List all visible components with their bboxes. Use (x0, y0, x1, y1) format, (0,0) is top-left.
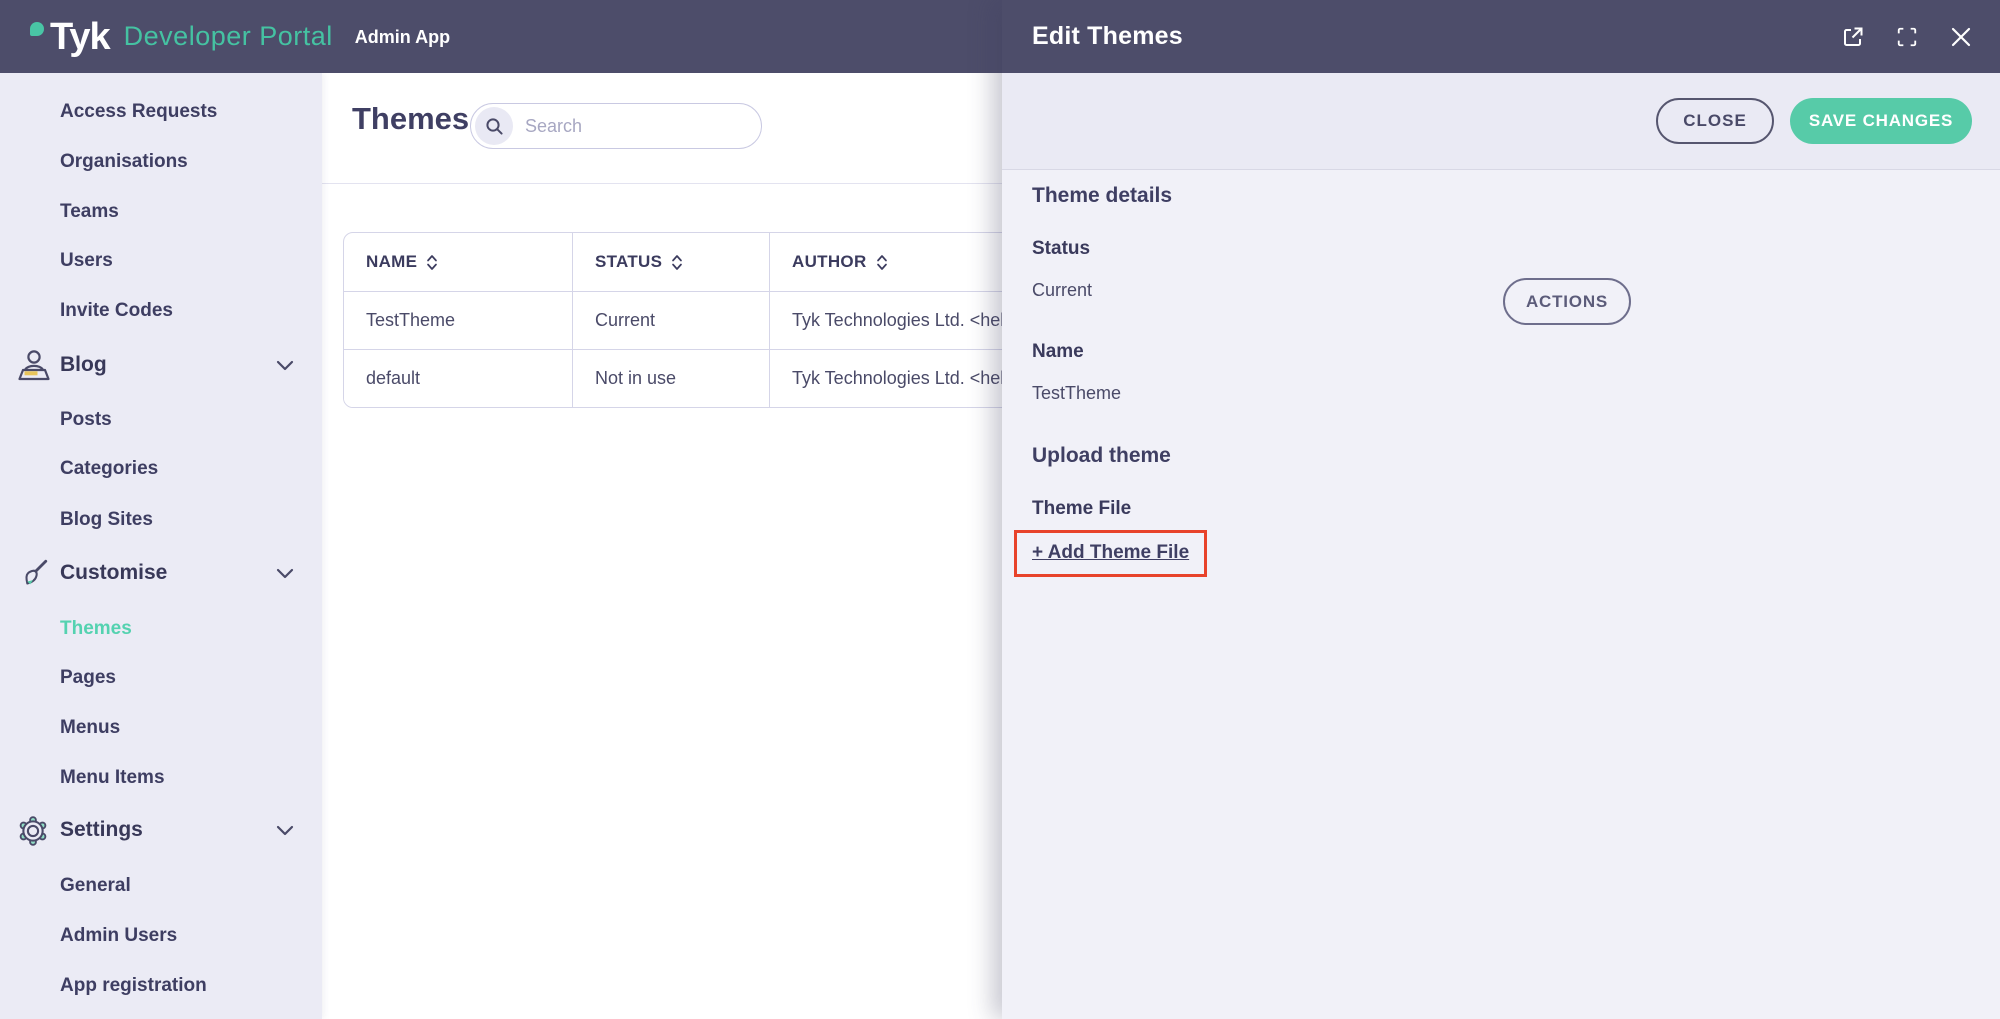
drawer-header-icons (1840, 0, 1974, 73)
sidebar-nav: Access Requests Organisations Teams User… (0, 73, 322, 1019)
app-screen: Tyk Developer Portal Admin App Access Re… (0, 0, 2000, 1019)
drawer-toolbar: CLOSE SAVE CHANGES (1002, 73, 2000, 170)
chevron-down-icon[interactable] (276, 360, 294, 371)
drawer-body: Theme details Status Current ACTIONS Nam… (1002, 170, 2000, 1019)
admin-app-label: Admin App (355, 25, 450, 48)
expand-icon (1896, 26, 1918, 48)
sidebar-section-label: Blog (60, 353, 107, 376)
sidebar-item-categories[interactable]: Categories (0, 444, 322, 494)
search-icon-circle (475, 107, 513, 145)
close-icon (1950, 26, 1972, 48)
sidebar-item-pages[interactable]: Pages (0, 653, 322, 703)
actions-button[interactable]: ACTIONS (1503, 278, 1631, 325)
chevron-down-icon[interactable] (276, 825, 294, 836)
search-input[interactable] (525, 116, 725, 137)
cell-status: Current (573, 292, 770, 349)
sidebar-item-access-requests[interactable]: Access Requests (0, 87, 322, 137)
sort-icon[interactable] (671, 254, 683, 271)
sort-icon[interactable] (876, 254, 888, 271)
sidebar-section-customise[interactable]: Customise (0, 548, 322, 598)
cell-name: default (344, 350, 573, 407)
sidebar-item-menu-items[interactable]: Menu Items (0, 753, 322, 803)
add-theme-file-highlight-box: + Add Theme File (1014, 530, 1207, 577)
upload-theme-heading: Upload theme (1032, 444, 1171, 468)
name-value: TestTheme (1032, 383, 1121, 404)
sidebar-section-label: Customise (60, 561, 167, 584)
blog-icon (15, 349, 51, 383)
sidebar-item-posts[interactable]: Posts (0, 395, 322, 445)
tyk-logo[interactable]: Tyk Developer Portal (30, 18, 333, 56)
search-box[interactable] (470, 103, 762, 149)
sidebar-item-app-registration[interactable]: App registration (0, 961, 322, 1011)
sidebar-section-label: Settings (60, 818, 143, 841)
external-link-icon (1841, 25, 1865, 49)
brand-name: Tyk (50, 18, 110, 56)
sidebar-item-menus[interactable]: Menus (0, 703, 322, 753)
page-title: Themes (352, 101, 469, 137)
save-changes-button[interactable]: SAVE CHANGES (1790, 98, 1972, 144)
sidebar-item-themes[interactable]: Themes (0, 604, 322, 654)
add-theme-file-link[interactable]: + Add Theme File (1032, 542, 1189, 563)
column-header-name[interactable]: NAME (344, 233, 573, 291)
status-label: Status (1032, 238, 1090, 260)
customise-icon (15, 557, 51, 591)
chevron-down-icon[interactable] (276, 568, 294, 579)
drawer-header: Edit Themes (1002, 0, 2000, 73)
sidebar-item-users[interactable]: Users (0, 236, 322, 286)
name-label: Name (1032, 341, 1084, 363)
cell-status: Not in use (573, 350, 770, 407)
expand-button[interactable] (1894, 24, 1920, 50)
sidebar-item-general[interactable]: General (0, 861, 322, 911)
brand-product: Developer Portal (124, 21, 333, 52)
theme-details-heading: Theme details (1032, 184, 1172, 208)
edit-themes-drawer: Edit Themes (1002, 0, 2000, 1019)
sidebar-item-admin-users[interactable]: Admin Users (0, 911, 322, 961)
column-header-status[interactable]: STATUS (573, 233, 770, 291)
close-button[interactable]: CLOSE (1656, 98, 1774, 144)
drawer-title: Edit Themes (1032, 22, 1183, 51)
cell-name: TestTheme (344, 292, 573, 349)
close-drawer-button[interactable] (1948, 24, 1974, 50)
sort-icon[interactable] (426, 254, 438, 271)
sidebar-section-blog[interactable]: Blog (0, 340, 322, 390)
sidebar-item-invite-codes[interactable]: Invite Codes (0, 286, 322, 336)
search-icon (485, 117, 504, 136)
open-in-new-window-button[interactable] (1840, 24, 1866, 50)
sidebar-item-blog-sites[interactable]: Blog Sites (0, 495, 322, 545)
sidebar-section-settings[interactable]: Settings (0, 805, 322, 855)
theme-file-label: Theme File (1032, 498, 1131, 520)
settings-icon (15, 814, 51, 848)
tyk-leaf-icon (30, 22, 44, 36)
sidebar-item-organisations[interactable]: Organisations (0, 137, 322, 187)
sidebar-item-teams[interactable]: Teams (0, 187, 322, 237)
status-value: Current (1032, 280, 1092, 301)
